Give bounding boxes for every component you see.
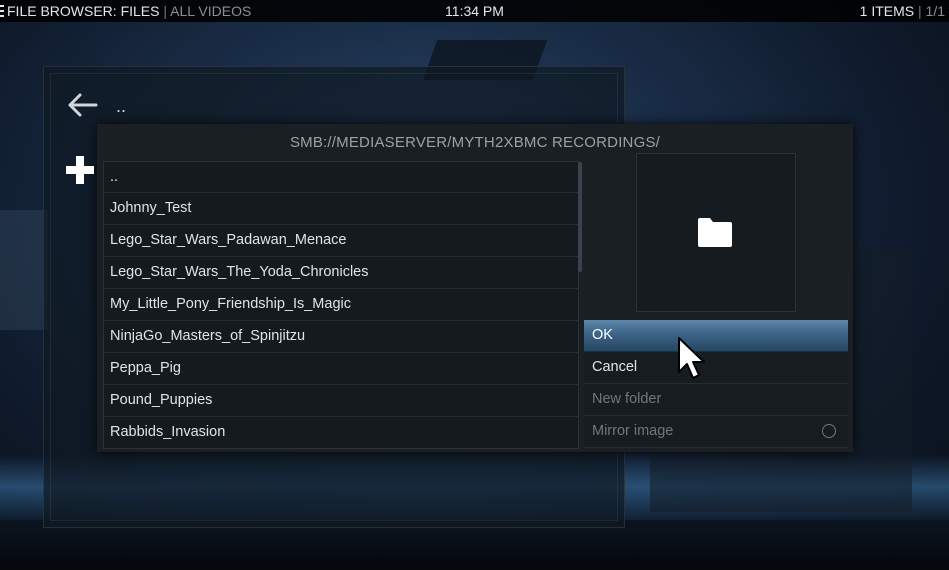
plus-icon[interactable] — [66, 154, 94, 186]
list-item[interactable]: My_Little_Pony_Friendship_Is_Magic — [104, 289, 578, 321]
cancel-button[interactable]: Cancel — [584, 352, 848, 384]
list-item[interactable]: Peppa_Pig — [104, 353, 578, 385]
count-separator: | — [918, 3, 922, 19]
list-item-parent[interactable]: .. — [104, 162, 578, 193]
radio-off-icon[interactable] — [822, 424, 836, 438]
clock: 11:34 PM — [445, 3, 504, 19]
list-item[interactable]: Pound_Puppies — [104, 385, 578, 417]
list-scrollbar[interactable] — [578, 162, 582, 272]
folder-list: .. Johnny_Test Lego_Star_Wars_Padawan_Me… — [103, 161, 579, 449]
dialog-buttons: OK Cancel New folder Mirror image — [584, 320, 848, 448]
page-indicator: 1/1 — [925, 3, 945, 19]
list-item[interactable]: NinjaGo_Masters_of_Spinjitzu — [104, 321, 578, 353]
list-item[interactable]: Lego_Star_Wars_The_Yoda_Chronicles — [104, 257, 578, 289]
dialog-path-title: SMB://MEDIASERVER/MYTH2XBMC RECORDINGS/ — [289, 134, 661, 151]
top-bar: FILE BROWSER: FILES | ALL VIDEOS 11:34 P… — [0, 0, 949, 22]
mouse-cursor-icon — [676, 336, 708, 384]
ok-button[interactable]: OK — [584, 320, 848, 352]
mirror-image-label: Mirror image — [592, 423, 674, 439]
item-count-area: 1 ITEMS | 1/1 — [860, 0, 945, 22]
list-item[interactable]: Johnny_Test — [104, 193, 578, 225]
list-item[interactable]: Rabbids_Invasion — [104, 417, 578, 448]
parent-folder-label[interactable]: .. — [116, 96, 126, 117]
background-left-panel — [0, 210, 48, 330]
mirror-image-toggle[interactable]: Mirror image — [584, 416, 848, 448]
list-item[interactable]: Lego_Star_Wars_Padawan_Menace — [104, 225, 578, 257]
item-count: 1 ITEMS — [859, 3, 915, 19]
folder-icon — [697, 216, 733, 248]
back-arrow-icon[interactable] — [66, 90, 100, 120]
new-folder-button[interactable]: New folder — [584, 384, 848, 416]
